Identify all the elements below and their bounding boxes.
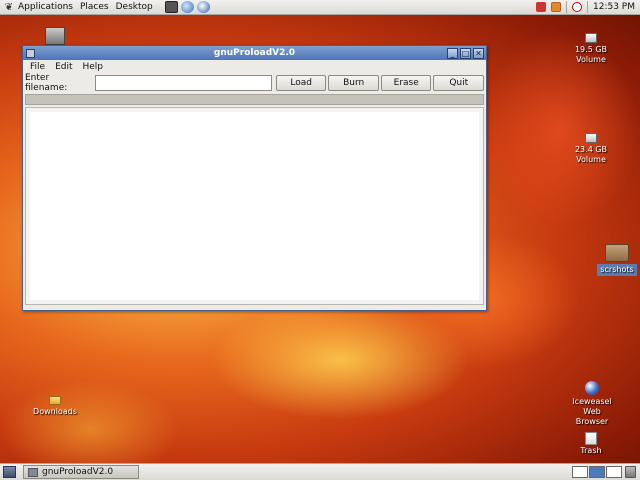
quit-button[interactable]: Quit [433, 75, 484, 91]
harddrive-icon [585, 133, 597, 143]
window-title: gnuProloadV2.0 [213, 48, 296, 58]
menu-help[interactable]: Help [83, 62, 104, 72]
desktop-drive-19gb[interactable]: 19.5 GB Volume [568, 33, 614, 65]
drive-label-line1: 19.5 GB [574, 45, 608, 54]
browser-label-line2: Web [583, 407, 601, 416]
wallpaper-glow [210, 300, 470, 420]
erase-button[interactable]: Erase [380, 75, 432, 91]
menu-file[interactable]: File [30, 62, 45, 72]
trash-label: Trash [580, 446, 602, 455]
power-icon[interactable] [572, 2, 582, 12]
top-panel: ❦ Applications Places Desktop 12:53 PM [0, 0, 640, 15]
burn-button[interactable]: Burn [328, 75, 379, 91]
desktop-browser[interactable]: Iceweasel Web Browser [566, 381, 618, 427]
clock[interactable]: 12:53 PM [593, 2, 635, 12]
harddrive-icon [585, 33, 597, 43]
toolbar: Enter filename: Load Burn Erase Quit [23, 73, 486, 93]
places-menu[interactable]: Places [80, 2, 109, 12]
wallpaper-glow [480, 30, 640, 230]
drive-label-line2: Volume [576, 155, 606, 164]
terminal-launcher-icon[interactable] [164, 1, 178, 13]
gnome-foot-icon[interactable]: ❦ [3, 1, 15, 13]
desktop-folder-scrshots[interactable]: scrshots [596, 244, 638, 276]
browser-launcher-icon[interactable] [196, 1, 210, 13]
network-status-icon[interactable] [536, 2, 546, 12]
app-window-icon [28, 467, 38, 477]
folder-icon [49, 396, 61, 405]
bottom-panel: gnuProloadV2.0 [0, 463, 640, 480]
window-titlebar[interactable]: gnuProloadV2.0 _ □ ✕ [23, 46, 486, 60]
workspace-1[interactable] [572, 466, 588, 478]
network-launcher-icon[interactable] [180, 1, 194, 13]
taskbar-window-button[interactable]: gnuProloadV2.0 [23, 465, 139, 479]
drive-label-line2: Volume [576, 55, 606, 64]
iceweasel-icon [585, 381, 599, 395]
menubar: File Edit Help [23, 60, 486, 74]
tray-separator [587, 1, 588, 13]
app-window: gnuProloadV2.0 _ □ ✕ File Edit Help Ente… [22, 45, 487, 311]
maximize-button[interactable]: □ [460, 47, 471, 59]
show-desktop-icon[interactable] [3, 466, 16, 478]
desktop-trash[interactable]: Trash [574, 432, 608, 456]
update-notifier-icon[interactable] [551, 2, 561, 12]
browser-label-line1: Iceweasel [572, 397, 612, 406]
folder-label: scrshots [597, 264, 637, 276]
workspace-2[interactable] [589, 466, 605, 478]
downloads-label: Downloads [33, 407, 77, 416]
minimize-button[interactable]: _ [447, 47, 458, 59]
system-tray: 12:53 PM [536, 0, 640, 15]
desktop-folder-downloads[interactable]: Downloads [30, 396, 80, 417]
filename-label: Enter filename: [25, 73, 68, 93]
output-text-content[interactable] [30, 112, 479, 300]
desktop-drive-23gb[interactable]: 23.4 GB Volume [568, 133, 614, 165]
menu-edit[interactable]: Edit [55, 62, 72, 72]
load-button[interactable]: Load [275, 75, 327, 91]
taskbar-window-label: gnuProloadV2.0 [42, 467, 114, 477]
close-button[interactable]: ✕ [473, 47, 484, 59]
browser-label-line3: Browser [575, 417, 609, 426]
computer-icon[interactable] [45, 27, 65, 45]
applications-menu[interactable]: Applications [18, 2, 73, 12]
workspace-3[interactable] [606, 466, 622, 478]
panel-trash-icon[interactable] [625, 466, 636, 478]
output-text-area[interactable] [25, 107, 484, 305]
drive-label-line1: 23.4 GB [574, 145, 608, 154]
filename-input[interactable] [94, 75, 272, 91]
desktop-menu[interactable]: Desktop [116, 2, 153, 12]
window-controls: _ □ ✕ [447, 47, 486, 59]
trash-icon [585, 432, 597, 445]
progress-bar [25, 94, 484, 105]
folder-icon [605, 244, 629, 262]
tray-separator [566, 1, 567, 13]
